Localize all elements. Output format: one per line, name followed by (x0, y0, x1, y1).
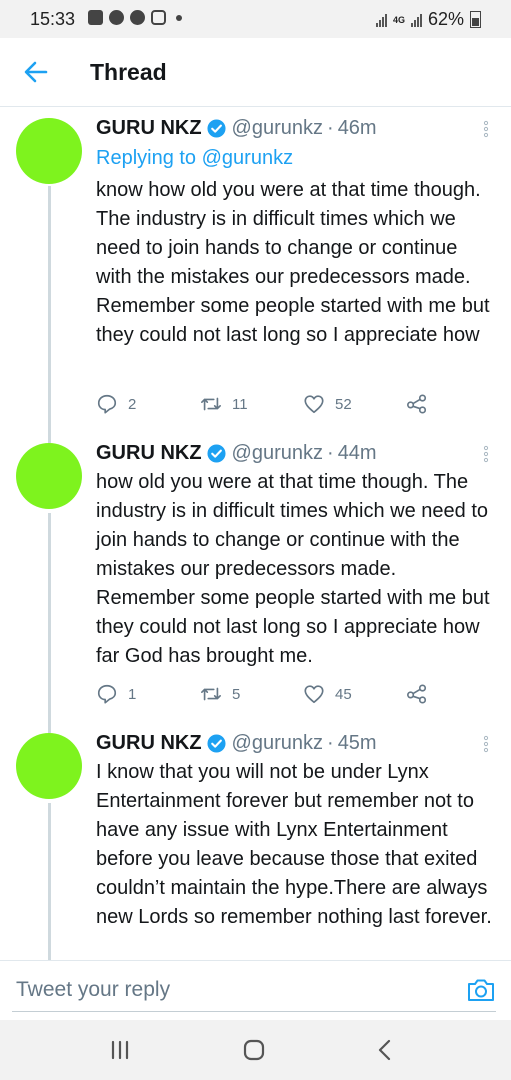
like-button[interactable]: 45 (303, 683, 352, 705)
tweet-text: how old you were at that time though. Th… (96, 471, 490, 667)
reply-composer (0, 960, 511, 1021)
more-options-icon[interactable] (483, 445, 489, 463)
status-bar: 15:33 4G 62% (0, 0, 511, 38)
separator-dot: · (327, 442, 334, 464)
snapchat-icon (109, 10, 124, 25)
back-icon[interactable] (372, 1037, 400, 1063)
author-handle[interactable]: @gurunkz (232, 117, 323, 140)
share-icon (407, 684, 427, 704)
camera-icon[interactable] (466, 975, 496, 1005)
app-header: Thread (0, 38, 511, 107)
reply-button[interactable]: 2 (96, 393, 136, 415)
signal-icon (375, 13, 387, 27)
thread-line (48, 803, 51, 960)
retweet-count: 5 (232, 685, 241, 703)
tweet-time[interactable]: 44m (338, 442, 377, 465)
verified-badge-icon (207, 734, 226, 753)
retweet-count: 11 (232, 395, 248, 413)
like-count: 45 (335, 685, 352, 703)
thread-line (48, 186, 51, 431)
input-underline (12, 1011, 496, 1012)
tweet-text: I know that you will not be under Lynx E… (96, 761, 492, 928)
avatar[interactable] (16, 443, 82, 509)
replying-to-mention[interactable]: @gurunkz (202, 147, 293, 169)
retweet-icon (201, 687, 221, 701)
battery-percent: 62% (427, 9, 464, 29)
reply-count: 2 (128, 395, 137, 413)
tweet-header: GURU NKZ @gurunkz · 44m (96, 442, 377, 465)
tweet-header: GURU NKZ @gurunkz · 46m (96, 117, 377, 140)
avatar[interactable] (16, 733, 82, 799)
author-name[interactable]: GURU NKZ (96, 442, 202, 465)
tweet-time[interactable]: 45m (338, 732, 377, 755)
more-options-icon[interactable] (483, 120, 489, 138)
more-notifications-icon (176, 14, 182, 21)
status-time: 15:33 (30, 9, 76, 29)
retweet-button[interactable]: 5 (200, 683, 240, 705)
tweet[interactable]: GURU NKZ @gurunkz · 45m I know that you … (0, 721, 511, 960)
reply-button[interactable]: 1 (96, 683, 136, 705)
replying-to: Replying to @gurunkz (96, 147, 293, 170)
author-handle[interactable]: @gurunkz (232, 442, 323, 465)
tweet-text: know how old you were at that time thoug… (96, 179, 490, 346)
thread-line (48, 431, 51, 443)
retweet-icon (201, 397, 221, 411)
status-right: 4G 62% (375, 9, 481, 30)
tweet[interactable]: GURU NKZ @gurunkz · 46m Replying to @gur… (0, 106, 511, 431)
retweet-button[interactable]: 11 (200, 393, 248, 415)
heart-icon (304, 685, 324, 704)
reply-icon (97, 394, 117, 414)
gallery-icon (88, 10, 103, 25)
thread-line (48, 513, 51, 721)
verified-badge-icon (207, 119, 226, 138)
tweet-time[interactable]: 46m (338, 117, 377, 140)
battery-icon (470, 11, 481, 28)
avatar[interactable] (16, 118, 82, 184)
notification-icons (88, 10, 182, 25)
instagram-icon (151, 10, 166, 25)
share-button[interactable] (406, 393, 438, 415)
tweet-header: GURU NKZ @gurunkz · 45m (96, 732, 377, 755)
separator-dot: · (327, 732, 334, 754)
more-options-icon[interactable] (483, 735, 489, 753)
author-name[interactable]: GURU NKZ (96, 117, 202, 140)
page-title: Thread (90, 59, 167, 85)
reply-count: 1 (128, 685, 137, 703)
like-count: 52 (335, 395, 352, 413)
verified-badge-icon (207, 444, 226, 463)
replying-to-label: Replying to (96, 147, 197, 169)
reply-icon (97, 684, 117, 704)
separator-dot: · (327, 117, 334, 139)
author-handle[interactable]: @gurunkz (232, 732, 323, 755)
signal-icon (410, 13, 422, 27)
tweet[interactable]: GURU NKZ @gurunkz · 44m how old you were… (0, 431, 511, 721)
thread-line (48, 721, 51, 733)
share-button[interactable] (406, 683, 438, 705)
like-button[interactable]: 52 (303, 393, 352, 415)
snapchat-icon (130, 10, 145, 25)
heart-icon (304, 395, 324, 414)
recent-apps-icon[interactable] (106, 1037, 134, 1063)
system-nav-bar (0, 1020, 511, 1080)
back-arrow-icon[interactable] (20, 56, 52, 88)
share-icon (407, 394, 427, 414)
author-name[interactable]: GURU NKZ (96, 732, 202, 755)
home-icon[interactable] (240, 1037, 268, 1063)
network-type-label: 4G (392, 14, 405, 25)
